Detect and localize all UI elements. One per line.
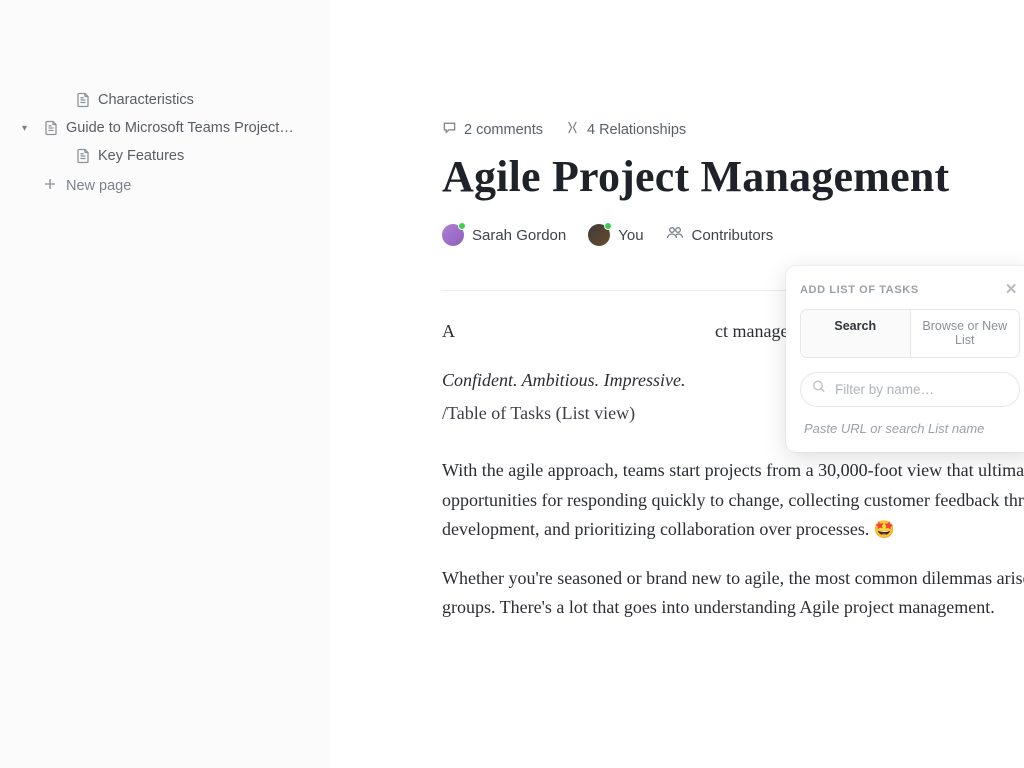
- comments-link[interactable]: 2 comments: [442, 120, 543, 139]
- paragraph: With the agile approach, teams start pro…: [442, 456, 1024, 543]
- popover-tabs: Search Browse or New List: [800, 309, 1020, 358]
- popover-title: ADD LIST OF TASKS: [800, 284, 919, 296]
- comments-text: 2 comments: [464, 122, 543, 138]
- sidebar-item-key-features[interactable]: Key Features: [0, 142, 330, 170]
- avatar: [442, 224, 464, 246]
- page-meta: 2 comments 4 Relationships: [442, 120, 1024, 139]
- contributor-name: You: [618, 227, 643, 244]
- contributors-label: Contributors: [692, 227, 774, 244]
- relationships-text: 4 Relationships: [587, 122, 686, 138]
- page-title: Agile Project Management: [442, 151, 1024, 202]
- sidebar-item-label: Guide to Microsoft Teams Project…: [66, 120, 294, 136]
- filter-input[interactable]: [800, 372, 1020, 407]
- page-icon: [44, 120, 58, 136]
- avatar: [588, 224, 610, 246]
- contributor-you[interactable]: You: [588, 224, 643, 246]
- text: With the agile approach, teams start pro…: [442, 460, 1024, 538]
- contributors-more[interactable]: Contributors: [666, 226, 774, 244]
- contributors-row: Sarah Gordon You Contributors: [442, 224, 1024, 264]
- new-page-button[interactable]: New page: [0, 170, 330, 202]
- sidebar-item-label: Key Features: [98, 148, 184, 164]
- plus-icon: [44, 178, 56, 194]
- presence-dot-icon: [458, 222, 466, 230]
- comment-icon: [442, 120, 457, 139]
- people-icon: [666, 226, 684, 244]
- italic-text: Confident. Ambitious. Impressive.: [442, 370, 685, 390]
- close-icon[interactable]: ✕: [1003, 280, 1020, 299]
- emoji-star-struck-icon: 🤩: [874, 520, 895, 539]
- tab-browse[interactable]: Browse or New List: [911, 310, 1020, 357]
- sidebar-item-label: Characteristics: [98, 92, 194, 108]
- text: A: [442, 321, 454, 341]
- sidebar-item-guide[interactable]: ▾ Guide to Microsoft Teams Project…: [0, 114, 330, 142]
- sidebar-item-characteristics[interactable]: Characteristics: [0, 86, 330, 114]
- page-icon: [76, 92, 90, 108]
- caret-down-icon[interactable]: ▾: [22, 123, 34, 134]
- contributor-sarah[interactable]: Sarah Gordon: [442, 224, 566, 246]
- contributor-name: Sarah Gordon: [472, 227, 566, 244]
- paragraph: Whether you're seasoned or brand new to …: [442, 564, 1024, 622]
- sidebar: Characteristics ▾ Guide to Microsoft Tea…: [0, 0, 330, 768]
- search-icon: [812, 380, 826, 399]
- add-list-popover: ADD LIST OF TASKS ✕ Search Browse or New…: [786, 266, 1024, 452]
- presence-dot-icon: [604, 222, 612, 230]
- popover-hint: Paste URL or search List name: [800, 421, 1020, 436]
- relationships-link[interactable]: 4 Relationships: [565, 120, 686, 139]
- main: 2 comments 4 Relationships Agile Project…: [330, 0, 1024, 768]
- page-icon: [76, 148, 90, 164]
- tab-search[interactable]: Search: [801, 310, 911, 357]
- new-page-label: New page: [66, 178, 131, 194]
- relationships-icon: [565, 120, 580, 139]
